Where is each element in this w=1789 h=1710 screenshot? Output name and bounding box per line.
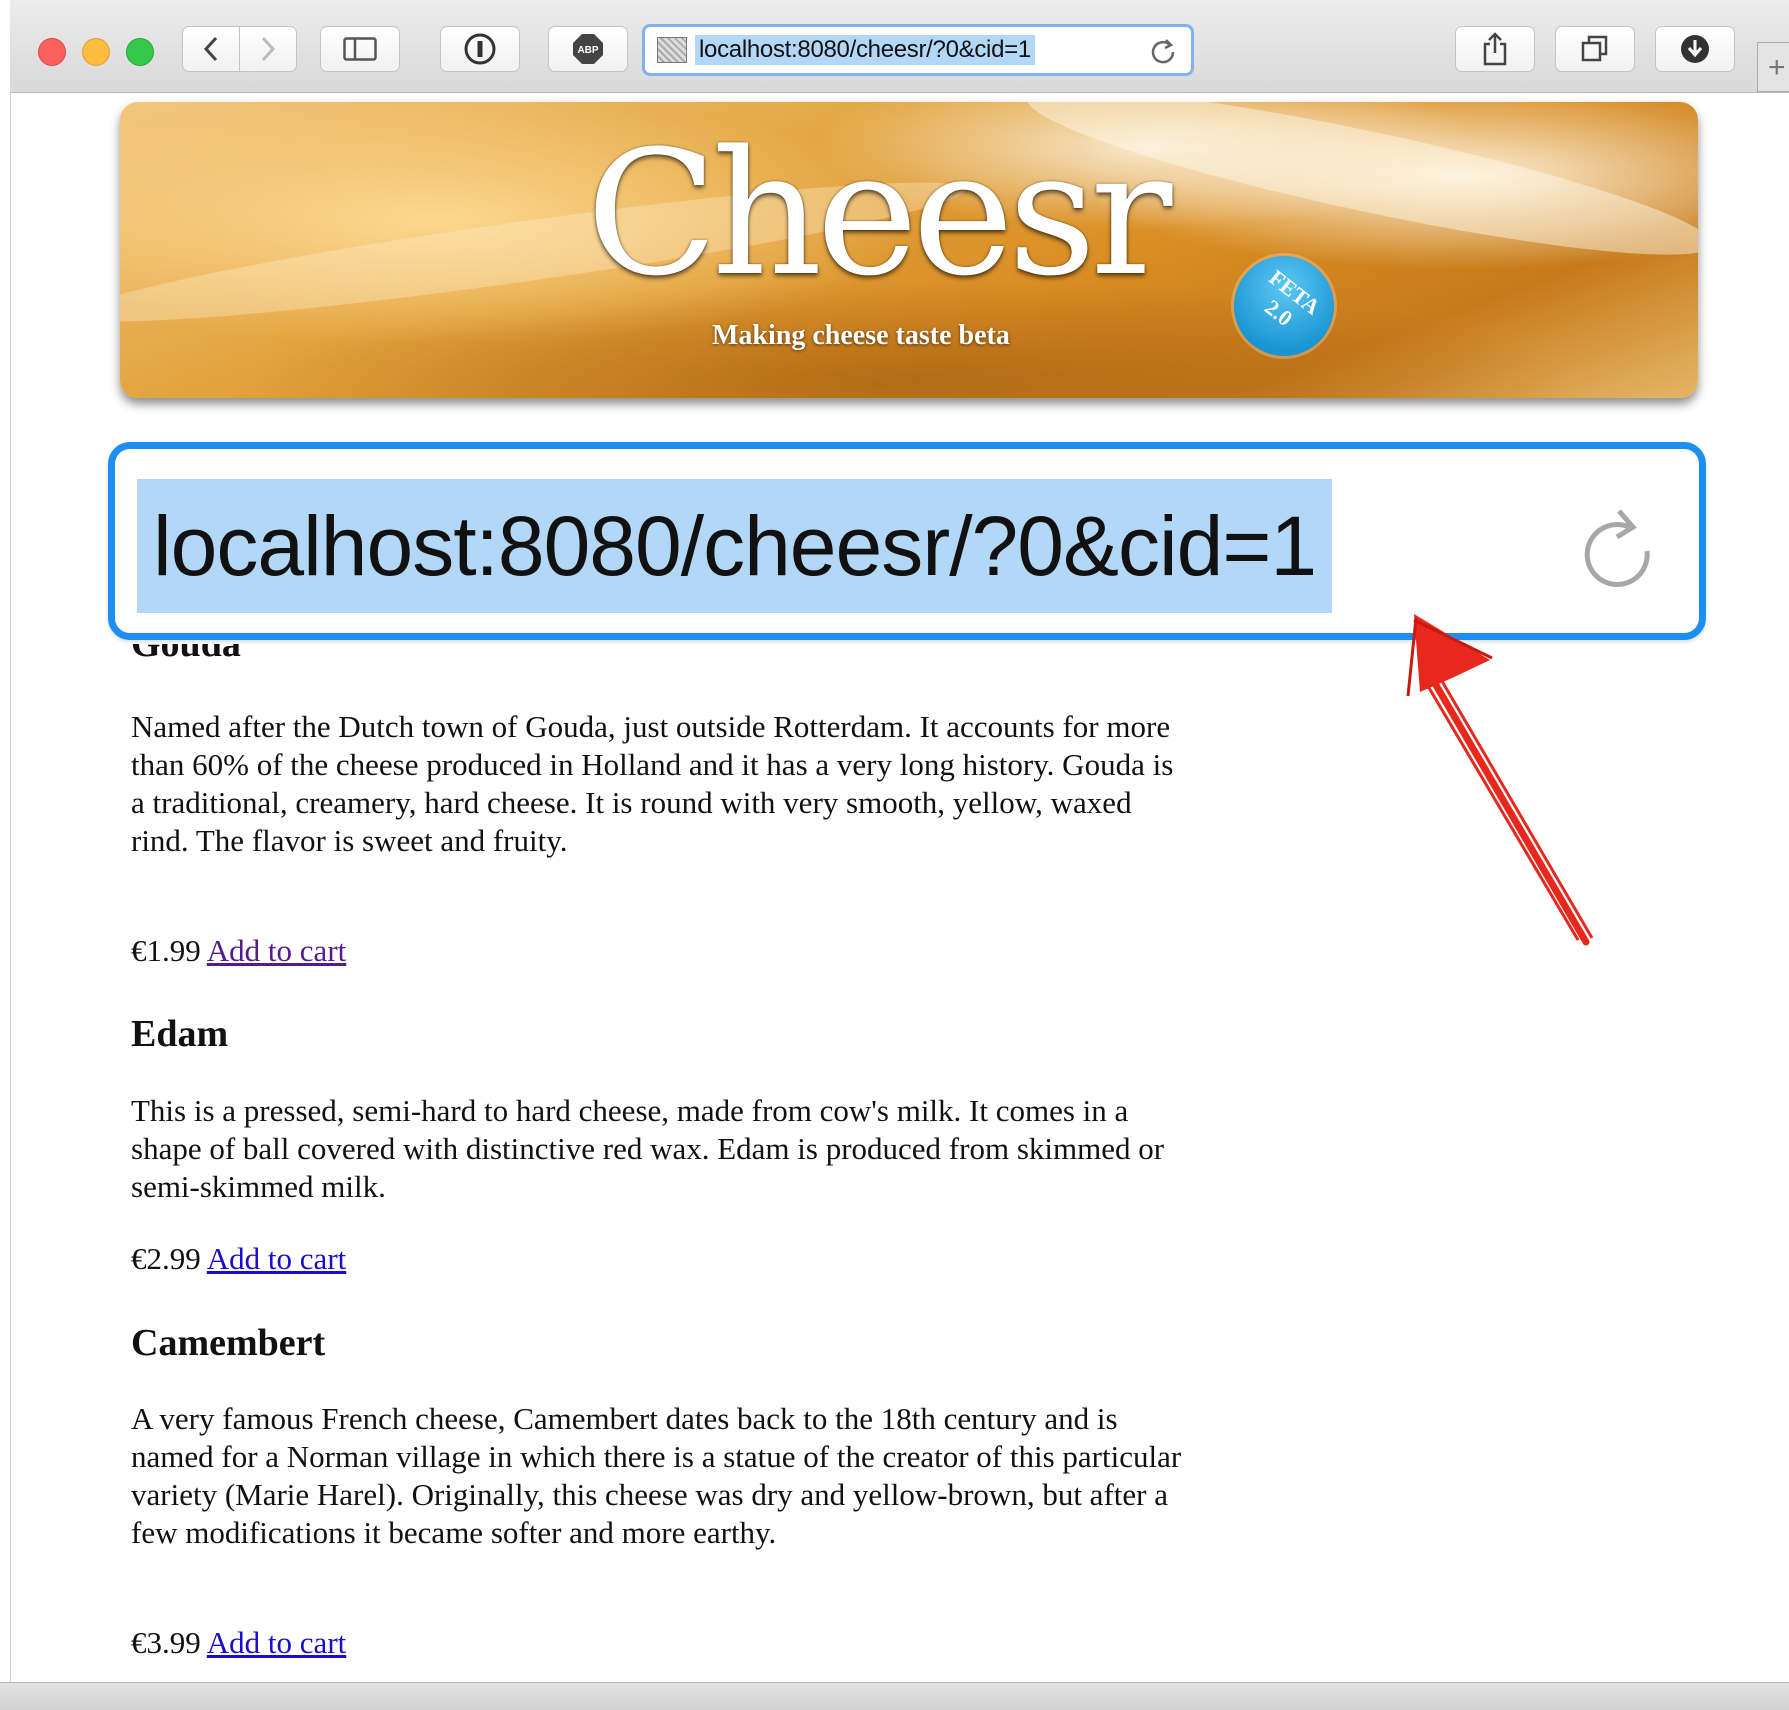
info-icon (464, 33, 496, 65)
reload-icon[interactable] (1149, 37, 1177, 65)
cheese-description: Named after the Dutch town of Gouda, jus… (131, 709, 1174, 858)
add-to-cart-link[interactable]: Add to cart (207, 1241, 346, 1276)
forward-button[interactable] (239, 26, 297, 72)
address-bar[interactable]: localhost:8080/cheesr/?0&cid=1 (642, 24, 1194, 76)
page-divider (10, 92, 11, 1682)
cheese-description: A very famous French cheese, Camembert d… (131, 1401, 1182, 1550)
zoom-window-button[interactable] (126, 38, 154, 66)
sidebar-button[interactable] (320, 26, 400, 72)
adblock-button[interactable]: ABP (548, 26, 628, 72)
chevron-left-icon (203, 36, 218, 62)
cheese-price-line: €1.99 Add to cart (131, 932, 346, 970)
share-button[interactable] (1455, 26, 1535, 72)
downloads-button[interactable] (1655, 26, 1735, 72)
svg-text:ABP: ABP (577, 45, 598, 56)
add-to-cart-link[interactable]: Add to cart (207, 1625, 346, 1660)
site-logo: Cheesr (586, 113, 1172, 314)
address-bar-url[interactable]: localhost:8080/cheesr/?0&cid=1 (695, 35, 1035, 65)
cheese-price: €1.99 (131, 933, 201, 968)
cheese-description: This is a pressed, semi-hard to hard che… (131, 1093, 1165, 1204)
chevron-right-icon (261, 36, 276, 62)
cheese-price: €3.99 (131, 1625, 201, 1660)
favicon-icon (657, 37, 687, 63)
add-to-cart-link[interactable]: Add to cart (207, 933, 346, 968)
callout-url: localhost:8080/cheesr/?0&cid=1 (137, 479, 1333, 613)
minimize-window-button[interactable] (82, 38, 110, 66)
share-icon (1483, 32, 1507, 66)
show-tabs-button[interactable] (1555, 26, 1635, 72)
cheese-name: Edam (131, 1013, 229, 1055)
cheese-price-line: €2.99 Add to cart (131, 1240, 346, 1278)
version-badge: FETA 2.0 (1213, 235, 1355, 377)
sidebar-icon (343, 37, 377, 61)
download-icon (1681, 35, 1709, 63)
status-bar (0, 1682, 1789, 1710)
tabs-icon (1581, 35, 1608, 62)
cheese-name: Camembert (131, 1322, 326, 1364)
abp-icon: ABP (573, 34, 603, 64)
back-button[interactable] (182, 26, 240, 72)
new-tab-button[interactable]: + (1757, 42, 1789, 92)
cheese-price-line: €3.99 Add to cart (131, 1624, 346, 1662)
cheese-price: €2.99 (131, 1241, 201, 1276)
browser-toolbar: ABP localhost:8080/cheesr/?0&cid=1 (10, 0, 1789, 93)
site-tagline: Making cheese taste beta (712, 320, 1010, 351)
red-arrow-annotation (1406, 614, 1594, 946)
reader-button[interactable] (440, 26, 520, 72)
cheesr-banner: Cheesr Making cheese taste beta FETA 2.0 (120, 102, 1698, 398)
reload-icon (1584, 509, 1650, 587)
close-window-button[interactable] (38, 38, 66, 66)
